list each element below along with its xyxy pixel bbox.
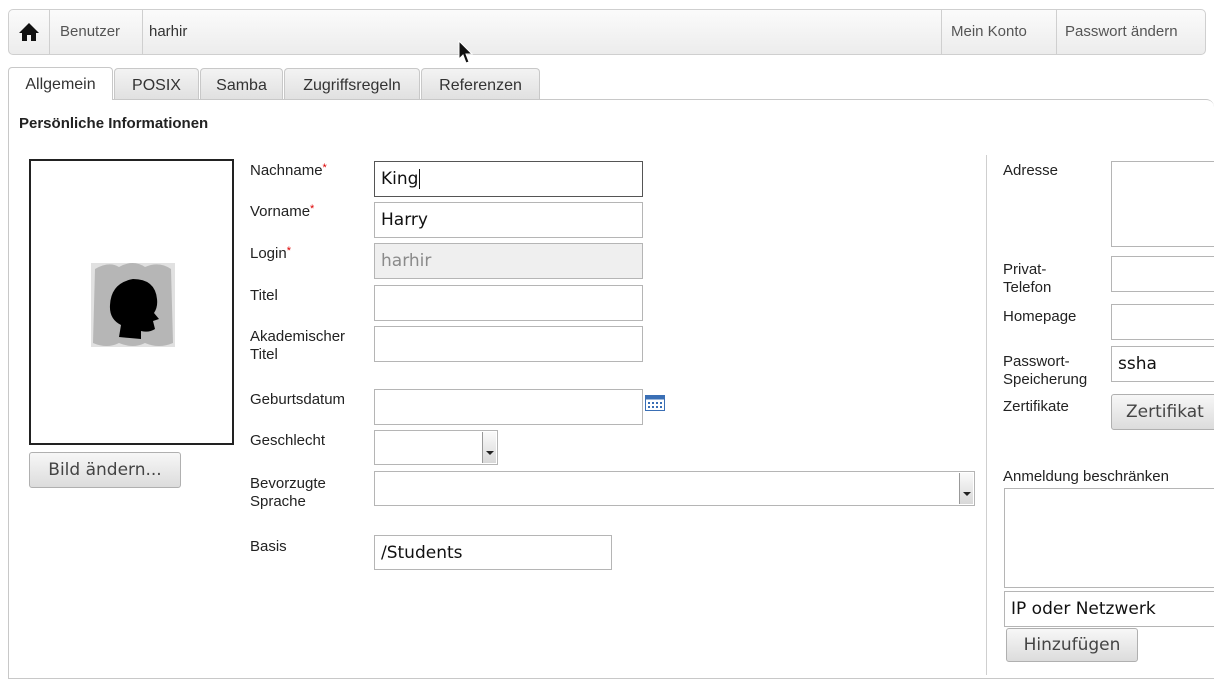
breadcrumb-bar: Benutzer harhir Mein Konto Passwort ände… <box>8 9 1206 55</box>
my-account-link[interactable]: Mein Konto <box>951 10 1027 54</box>
vorname-input[interactable]: Harry <box>374 202 643 238</box>
breadcrumb-section[interactable]: Benutzer <box>60 10 120 54</box>
login-label: Login* <box>250 245 291 262</box>
sprache-select[interactable] <box>374 471 975 506</box>
adresse-textarea[interactable] <box>1111 161 1214 247</box>
akad-titel-label: Akademischer Titel <box>250 328 346 363</box>
nachname-label: Nachname* <box>250 162 327 179</box>
geschlecht-label: Geschlecht <box>250 432 326 449</box>
homepage-input[interactable] <box>1111 304 1214 340</box>
tab-zugriffsregeln[interactable]: Zugriffsregeln <box>284 68 420 100</box>
vorname-label: Vorname* <box>250 203 315 220</box>
nachname-input[interactable]: King <box>374 161 643 197</box>
akad-titel-input[interactable] <box>374 326 643 362</box>
tab-posix[interactable]: POSIX <box>114 68 199 100</box>
add-button[interactable]: Hinzufügen <box>1006 628 1138 662</box>
avatar-placeholder-icon <box>91 263 175 347</box>
login-input: harhir <box>374 243 643 279</box>
zertifikate-label: Zertifikate <box>1003 398 1069 415</box>
passwort-speicherung-label: Passwort- Speicherung <box>1003 353 1088 388</box>
tab-samba[interactable]: Samba <box>200 68 283 100</box>
chevron-down-icon <box>959 473 973 504</box>
privat-telefon-label: Privat- Telefon <box>1003 261 1052 296</box>
adresse-label: Adresse <box>1003 162 1059 179</box>
anmeldung-textarea[interactable] <box>1004 488 1214 588</box>
column-divider <box>986 155 987 675</box>
user-photo <box>29 159 234 445</box>
privat-telefon-input[interactable] <box>1111 256 1214 292</box>
change-photo-button[interactable]: Bild ändern... <box>29 452 181 488</box>
anmeldung-label: Anmeldung beschränken <box>1003 468 1169 485</box>
home-button[interactable] <box>9 10 49 54</box>
section-title: Persönliche Informationen <box>19 115 209 132</box>
homepage-label: Homepage <box>1003 308 1077 325</box>
chevron-down-icon <box>482 432 496 463</box>
passwort-speicherung-select[interactable]: ssha <box>1111 346 1214 382</box>
tab-referenzen[interactable]: Referenzen <box>421 68 540 100</box>
basis-label: Basis <box>250 538 287 555</box>
tab-allgemein[interactable]: Allgemein <box>8 67 113 100</box>
geburtsdatum-input[interactable] <box>374 389 643 425</box>
geburtsdatum-label: Geburtsdatum <box>250 391 346 408</box>
breadcrumb-user: harhir <box>149 23 188 40</box>
calendar-icon[interactable] <box>645 395 665 411</box>
titel-input[interactable] <box>374 285 643 321</box>
home-icon <box>19 23 39 41</box>
change-password-link[interactable]: Passwort ändern <box>1065 10 1178 54</box>
zertifikate-button[interactable]: Zertifikat <box>1111 394 1214 430</box>
geschlecht-select[interactable] <box>374 430 498 465</box>
titel-label: Titel <box>250 287 278 304</box>
ip-network-input[interactable]: IP oder Netzwerk <box>1004 591 1214 627</box>
sprache-label: Bevorzugte Sprache <box>250 475 326 510</box>
basis-input[interactable]: /Students <box>374 535 612 570</box>
cursor-icon <box>458 40 474 64</box>
